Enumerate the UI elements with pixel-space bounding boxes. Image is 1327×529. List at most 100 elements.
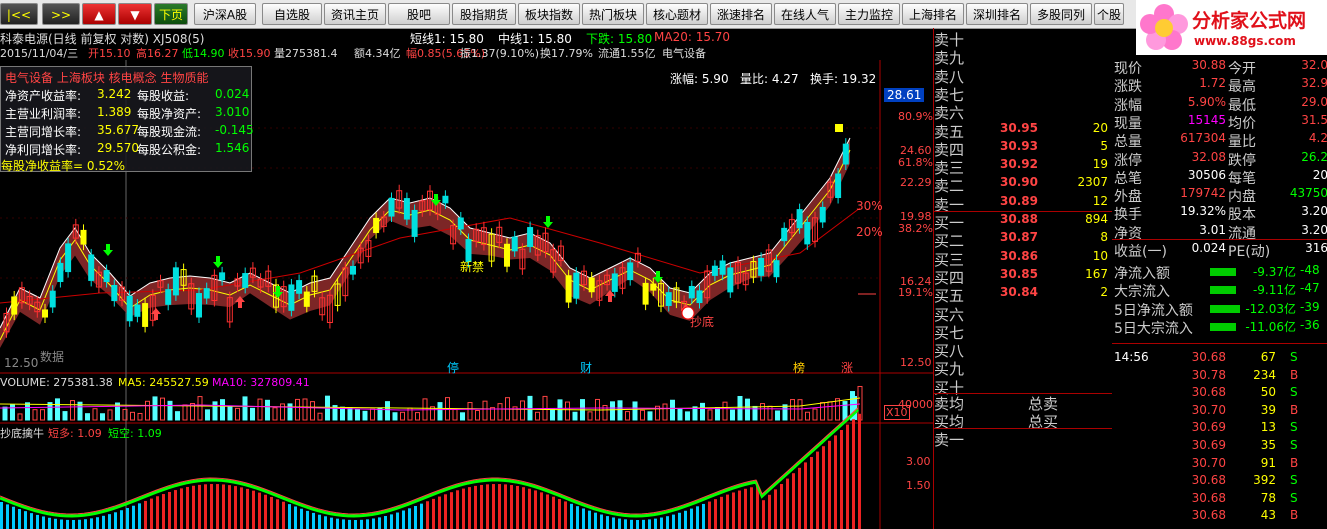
indicator-bar	[102, 515, 105, 529]
quote-value: 3.20	[1301, 222, 1327, 237]
indicator-bar	[258, 492, 261, 529]
toolbar-button-10[interactable]: 板块指数	[518, 3, 580, 25]
toolbar-button-0[interactable]: |<<	[0, 3, 38, 25]
indicator-bar	[0, 502, 3, 529]
volume-bar	[355, 409, 360, 421]
header-date: 2015/11/04/三	[0, 47, 79, 60]
toolbar-button-12[interactable]: 核心题材	[646, 3, 708, 25]
volume-bar	[362, 410, 368, 421]
toolbar-button-6[interactable]: 自选股	[262, 3, 322, 25]
volume-bar	[250, 407, 255, 421]
volume-bar	[587, 411, 593, 421]
tick-volume: 234	[1253, 367, 1276, 382]
toolbar-button-14[interactable]: 在线人气	[774, 3, 836, 25]
toolbar-button-15[interactable]: 主力监控	[838, 3, 900, 25]
pct-label-30: 30%	[856, 199, 883, 213]
volume-bar	[670, 399, 675, 421]
indicator-bar	[696, 506, 699, 529]
candle-body	[758, 257, 765, 276]
volume-bar	[160, 397, 165, 421]
volume-bar	[700, 402, 705, 421]
quote-label: 收益(一)	[1114, 244, 1167, 260]
volume-bar	[722, 401, 728, 421]
quote-value: 30506	[1187, 167, 1226, 182]
toolbar-button-3[interactable]: ▼	[118, 3, 152, 25]
tick-volume: 78	[1260, 490, 1276, 505]
candle-body	[403, 198, 410, 220]
toolbar-button-16[interactable]: 上海排名	[902, 3, 964, 25]
flow-value: -9.11亿	[1252, 283, 1296, 298]
volume-bar	[707, 409, 713, 421]
orderbook-volume: 2307	[1077, 175, 1108, 190]
candle-body	[411, 209, 418, 237]
indicator-bar	[126, 508, 129, 529]
volume-bar	[340, 406, 345, 421]
flow-value-2: -36	[1300, 317, 1320, 332]
toolbar-button-7[interactable]: 资讯主页	[324, 3, 386, 25]
candle-body	[650, 283, 657, 291]
toolbar-button-17[interactable]: 深圳排名	[966, 3, 1028, 25]
volume-bar	[130, 411, 135, 421]
indicator-bar	[792, 473, 795, 529]
flow-value-2: -48	[1300, 263, 1320, 277]
toolbar-button-1[interactable]: >>	[42, 3, 80, 25]
toolbar-button-18[interactable]: 多股同列	[1030, 3, 1092, 25]
indicator-bar	[648, 519, 651, 529]
infobox-value: 35.677	[97, 123, 139, 137]
toolbar-button-5[interactable]: 沪深A股	[194, 3, 256, 25]
indicator-bar	[492, 484, 495, 529]
indicator-bar	[804, 462, 807, 529]
indicator-bar	[144, 500, 147, 529]
tag-cai: 财	[580, 361, 593, 375]
kline-chart-area[interactable]: 科泰电源(日线 前复权 对数) XJ508(5) 短线1: 15.80 中线1:…	[0, 28, 933, 529]
toolbar-button-11[interactable]: 热门板块	[582, 3, 644, 25]
indicator-bar	[702, 503, 705, 529]
indicator-bar	[624, 519, 627, 529]
quote-label: 外盘	[1114, 189, 1142, 206]
tick-side: B	[1290, 402, 1299, 417]
volume-bar	[85, 413, 90, 421]
tick-price: 30.69	[1191, 438, 1226, 452]
indicator-bar	[834, 435, 837, 529]
infobox-value: 3.242	[97, 87, 132, 101]
candle-body	[773, 260, 780, 278]
orderbook-price: 30.84	[1000, 285, 1038, 300]
candle-body	[203, 288, 210, 299]
indicator-bar	[480, 484, 483, 529]
indicator-bar	[846, 424, 849, 529]
candle-body	[388, 197, 395, 217]
toolbar-button-8[interactable]: 股吧	[388, 3, 450, 25]
candle-body	[196, 293, 202, 318]
candle-body	[134, 304, 141, 317]
toolbar-button-2[interactable]: ▲	[82, 3, 116, 25]
toolbar-button-13[interactable]: 涨速排名	[710, 3, 772, 25]
volume-ma5: MA5: 245527.59	[118, 376, 209, 389]
indicator-bar	[798, 467, 801, 529]
toolbar-button-4[interactable]: 下页	[154, 3, 188, 25]
tick-side: S	[1290, 350, 1298, 364]
indicator-bar	[450, 492, 453, 529]
indicator-bar	[120, 510, 123, 529]
indicator-bar	[516, 485, 519, 529]
tick-price: 30.68	[1191, 350, 1226, 364]
tick-price: 30.70	[1191, 402, 1226, 417]
volume-bar	[385, 401, 390, 421]
toolbar-button-9[interactable]: 股指期货	[452, 3, 516, 25]
indicator-bar	[30, 513, 33, 529]
flow-value-2: -47	[1300, 281, 1320, 296]
indicator-bar	[444, 494, 447, 529]
volume-bar	[287, 403, 293, 421]
indicator-bar	[36, 514, 39, 529]
indicator-bar	[522, 487, 525, 529]
volume-bar	[437, 402, 443, 421]
candle-body	[288, 284, 295, 311]
candle-body	[142, 303, 149, 327]
quote-value: 26.2	[1301, 149, 1327, 164]
candle-body	[696, 290, 703, 304]
indicator-bar	[402, 510, 405, 529]
quote-panel: 卖十 卖九 卖八 卖七 卖六 卖五 30.95 20 卖四 30.93 5 卖三 30.92 19 卖二 30…	[933, 28, 1327, 529]
volume-bar	[482, 400, 488, 421]
toolbar-button-19[interactable]: 个股	[1094, 3, 1124, 25]
header-sector: 电气设备	[662, 47, 706, 60]
indicator-bar	[198, 484, 201, 529]
